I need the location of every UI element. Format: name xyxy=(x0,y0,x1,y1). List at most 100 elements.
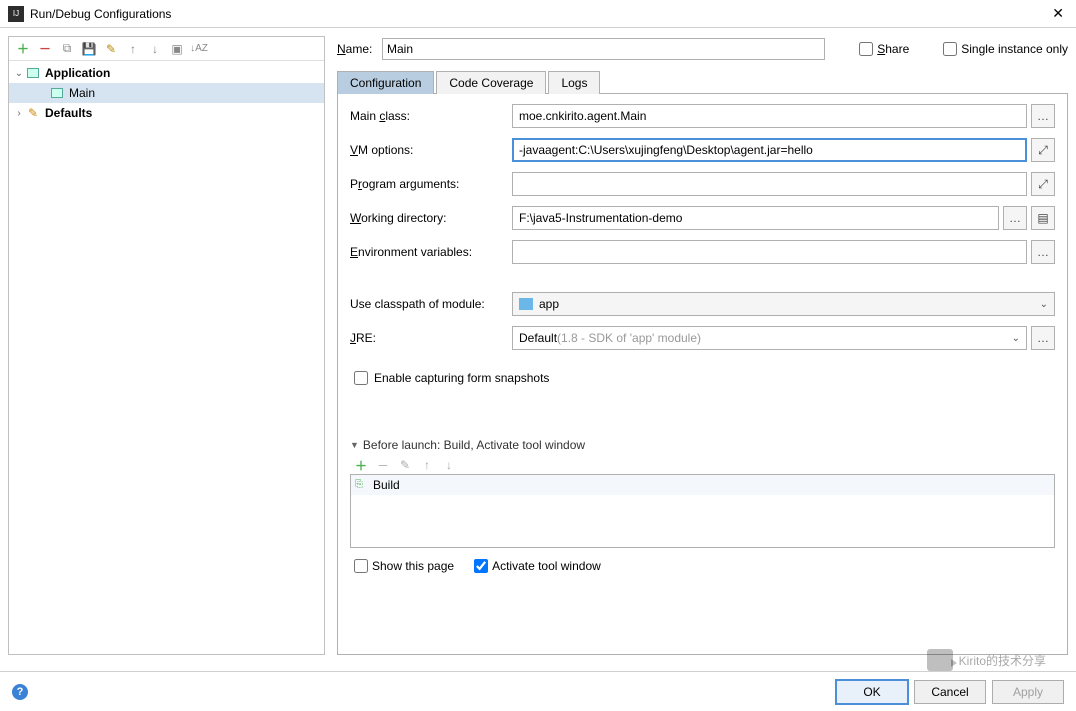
activate-tool-window-label: Activate tool window xyxy=(492,559,601,573)
tree-label: Main xyxy=(69,86,95,100)
browse-working-dir-button[interactable]: … xyxy=(1003,206,1027,230)
share-label: Share xyxy=(877,42,909,56)
share-checkbox-box[interactable] xyxy=(859,42,873,56)
before-launch-header[interactable]: ▼ Before launch: Build, Activate tool wi… xyxy=(350,438,1055,452)
working-dir-input[interactable] xyxy=(512,206,999,230)
edit-env-vars-button[interactable]: … xyxy=(1031,240,1055,264)
configurations-tree[interactable]: ⌄ Application Main › ✎ Defaults xyxy=(9,61,324,654)
bottom-check-row: Show this page Activate tool window xyxy=(350,556,1055,576)
expand-arrow-icon[interactable]: › xyxy=(13,108,25,119)
chevron-down-icon: ⌄ xyxy=(1012,333,1020,344)
expand-program-args-button[interactable]: ⤢ xyxy=(1031,172,1055,196)
jre-hint: (1.8 - SDK of 'app' module) xyxy=(557,331,701,345)
jre-value: Default xyxy=(519,331,557,345)
folder-icon[interactable]: ▣ xyxy=(169,41,185,57)
save-config-icon[interactable]: 💾 xyxy=(81,41,97,57)
apply-button[interactable]: Apply xyxy=(992,680,1064,704)
working-dir-row: Working directory: … ▤ xyxy=(350,206,1055,230)
task-down-icon[interactable]: ↓ xyxy=(442,458,456,472)
tab-configuration[interactable]: Configuration xyxy=(337,71,434,94)
tab-code-coverage[interactable]: Code Coverage xyxy=(436,71,546,94)
classpath-value: app xyxy=(539,297,559,311)
working-dir-label: Working directory: xyxy=(350,211,512,225)
add-task-icon[interactable]: ＋ xyxy=(354,458,368,472)
program-args-row: Program arguments: ⤢ xyxy=(350,172,1055,196)
config-detail-pane: Name: Share Single instance only Configu… xyxy=(325,36,1068,655)
enable-snapshots-row: Enable capturing form snapshots xyxy=(350,368,1055,388)
env-vars-row: Environment variables: … xyxy=(350,240,1055,264)
defaults-icon: ✎ xyxy=(25,106,41,120)
edit-task-icon[interactable]: ✎ xyxy=(398,458,412,472)
classpath-label: Use classpath of module: xyxy=(350,297,512,311)
share-checkbox[interactable]: Share xyxy=(855,39,909,59)
jre-label: JRE: xyxy=(350,331,512,345)
dialog-footer: ? OK Cancel Apply xyxy=(0,671,1076,711)
chevron-down-icon: ⌄ xyxy=(1040,299,1048,310)
tree-node-defaults[interactable]: › ✎ Defaults xyxy=(9,103,324,123)
activate-tool-window-checkbox[interactable]: Activate tool window xyxy=(470,556,601,576)
tab-bar: Configuration Code Coverage Logs xyxy=(337,70,1068,94)
main-class-input[interactable] xyxy=(512,104,1027,128)
enable-snapshots-label: Enable capturing form snapshots xyxy=(374,371,549,385)
working-dir-history-button[interactable]: ▤ xyxy=(1031,206,1055,230)
configurations-tree-pane: ＋ － ⧉ 💾 ✎ ↑ ↓ ▣ ↓AZ ⌄ Application Main ›… xyxy=(8,36,325,655)
remove-task-icon[interactable]: － xyxy=(376,458,390,472)
show-this-page-label: Show this page xyxy=(372,559,454,573)
tree-node-main[interactable]: Main xyxy=(9,83,324,103)
tree-toolbar: ＋ － ⧉ 💾 ✎ ↑ ↓ ▣ ↓AZ xyxy=(9,37,324,61)
help-icon[interactable]: ? xyxy=(12,684,28,700)
name-label: Name: xyxy=(337,42,382,56)
classpath-module-dropdown[interactable]: app ⌄ xyxy=(512,292,1055,316)
jre-dropdown[interactable]: Default (1.8 - SDK of 'app' module) ⌄ xyxy=(512,326,1027,350)
before-launch-list[interactable]: ⎘ Build xyxy=(350,474,1055,548)
tree-label: Defaults xyxy=(45,106,92,120)
run-config-icon xyxy=(49,86,65,100)
vm-options-row: VM options: ⤢ xyxy=(350,138,1055,162)
tab-logs[interactable]: Logs xyxy=(548,71,600,94)
program-args-label: Program arguments: xyxy=(350,177,512,191)
collapse-arrow-icon[interactable]: ▼ xyxy=(350,440,359,450)
ok-button[interactable]: OK xyxy=(836,680,908,704)
show-this-page-checkbox[interactable]: Show this page xyxy=(350,556,454,576)
move-up-icon[interactable]: ↑ xyxy=(125,41,141,57)
before-launch-toolbar: ＋ － ✎ ↑ ↓ xyxy=(350,456,1055,474)
classpath-row: Use classpath of module: app ⌄ xyxy=(350,292,1055,316)
title-bar: IJ Run/Debug Configurations ✕ xyxy=(0,0,1076,28)
add-config-icon[interactable]: ＋ xyxy=(15,41,31,57)
expand-arrow-icon[interactable]: ⌄ xyxy=(13,68,25,79)
sort-icon[interactable]: ↓AZ xyxy=(191,41,207,57)
dialog-body: ＋ － ⧉ 💾 ✎ ↑ ↓ ▣ ↓AZ ⌄ Application Main ›… xyxy=(0,28,1076,663)
edit-defaults-icon[interactable]: ✎ xyxy=(103,41,119,57)
window-title: Run/Debug Configurations xyxy=(30,7,1048,21)
tree-node-application[interactable]: ⌄ Application xyxy=(9,63,324,83)
before-launch-title: Before launch: Build, Activate tool wind… xyxy=(363,438,585,452)
app-icon: IJ xyxy=(8,6,24,22)
enable-snapshots-checkbox[interactable] xyxy=(354,371,368,385)
env-vars-label: Environment variables: xyxy=(350,245,512,259)
move-down-icon[interactable]: ↓ xyxy=(147,41,163,57)
cancel-button[interactable]: Cancel xyxy=(914,680,986,704)
remove-config-icon[interactable]: － xyxy=(37,41,53,57)
list-item[interactable]: ⎘ Build xyxy=(351,475,1054,495)
close-icon[interactable]: ✕ xyxy=(1048,5,1068,22)
single-instance-checkbox-box[interactable] xyxy=(943,42,957,56)
browse-main-class-button[interactable]: … xyxy=(1031,104,1055,128)
name-row: Name: Share Single instance only xyxy=(337,36,1068,62)
tree-label: Application xyxy=(45,66,110,80)
env-vars-input[interactable] xyxy=(512,240,1027,264)
copy-config-icon[interactable]: ⧉ xyxy=(59,41,75,57)
name-input[interactable] xyxy=(382,38,825,60)
single-instance-checkbox[interactable]: Single instance only xyxy=(939,39,1068,59)
expand-vm-options-button[interactable]: ⤢ xyxy=(1031,138,1055,162)
program-args-input[interactable] xyxy=(512,172,1027,196)
module-icon xyxy=(519,298,533,310)
task-up-icon[interactable]: ↑ xyxy=(420,458,434,472)
browse-jre-button[interactable]: … xyxy=(1031,326,1055,350)
configuration-tab-content: Main class: … VM options: ⤢ Program argu… xyxy=(337,94,1068,655)
activate-tool-window-box[interactable] xyxy=(474,559,488,573)
application-type-icon xyxy=(25,66,41,80)
vm-options-input[interactable] xyxy=(512,138,1027,162)
build-task-icon: ⎘ xyxy=(355,479,369,491)
show-this-page-box[interactable] xyxy=(354,559,368,573)
build-item-label: Build xyxy=(373,478,400,492)
